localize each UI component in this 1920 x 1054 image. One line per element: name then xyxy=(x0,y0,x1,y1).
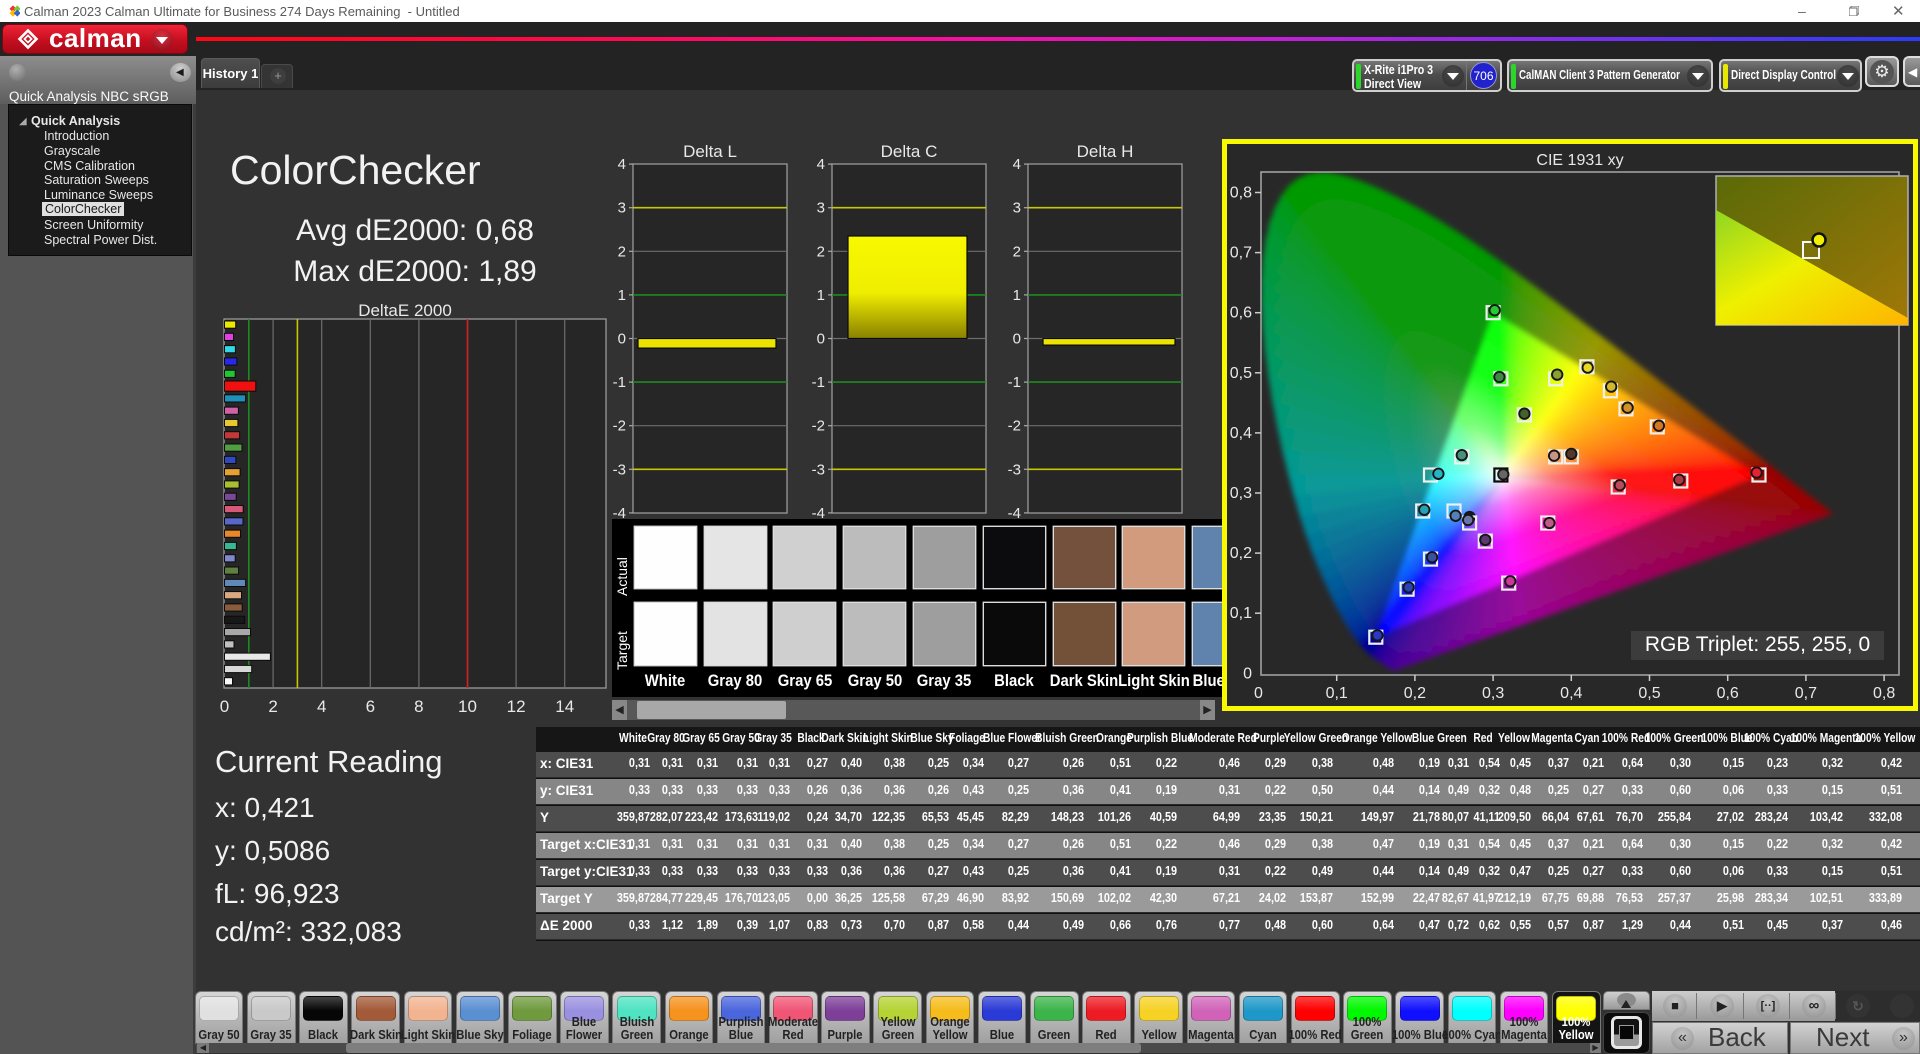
svg-text:0,4: 0,4 xyxy=(1230,425,1252,442)
svg-text:0,4: 0,4 xyxy=(1560,685,1582,702)
svg-text:0,5: 0,5 xyxy=(1638,685,1660,702)
svg-text:0,2: 0,2 xyxy=(1404,685,1426,702)
svg-text:0,6: 0,6 xyxy=(1717,685,1739,702)
svg-text:0,1: 0,1 xyxy=(1326,685,1348,702)
svg-text:CIE 1931 xy: CIE 1931 xy xyxy=(1536,152,1623,169)
svg-text:0,2: 0,2 xyxy=(1230,545,1252,562)
svg-text:0,3: 0,3 xyxy=(1482,685,1504,702)
svg-text:0,7: 0,7 xyxy=(1795,685,1817,702)
svg-text:0,5: 0,5 xyxy=(1230,365,1252,382)
svg-text:0,7: 0,7 xyxy=(1230,245,1252,262)
svg-text:0,8: 0,8 xyxy=(1230,185,1252,202)
svg-text:0,8: 0,8 xyxy=(1873,685,1895,702)
svg-text:0,6: 0,6 xyxy=(1230,305,1252,322)
svg-text:0,1: 0,1 xyxy=(1230,605,1252,622)
svg-text:0: 0 xyxy=(1254,685,1263,702)
svg-text:0,3: 0,3 xyxy=(1230,485,1252,502)
svg-text:0: 0 xyxy=(1243,665,1252,682)
